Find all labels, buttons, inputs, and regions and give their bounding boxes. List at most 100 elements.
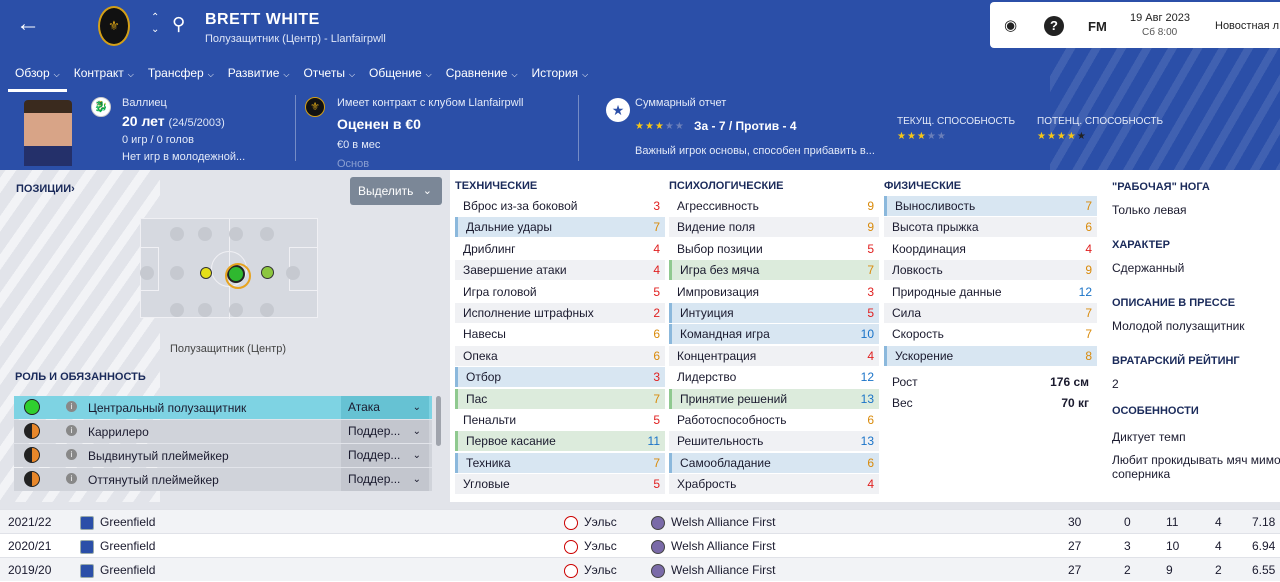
attribute-row[interactable]: Первое касание 11 (455, 431, 665, 452)
table-row[interactable]: 2020/21 Greenfield Уэльс Welsh Alliance … (0, 533, 1280, 557)
role-suitability-icon (24, 447, 40, 463)
attribute-row[interactable]: Выносливость 7 (884, 196, 1097, 216)
league[interactable]: Welsh Alliance First (651, 534, 775, 558)
info-icon[interactable]: i (66, 401, 77, 412)
attribute-row[interactable]: Агрессивность 9 (669, 196, 879, 216)
player-nav-icon[interactable]: ⌃ ⌄ (151, 12, 159, 36)
attribute-row[interactable]: Интуиция 5 (669, 303, 879, 323)
role-row[interactable]: i Каррилеро Поддер... ⌄ (14, 420, 432, 443)
stat-col: 9 (1166, 563, 1173, 577)
duty-dropdown[interactable]: Поддер... ⌄ (341, 444, 429, 467)
tab-comparison[interactable]: Сравнение ⌵ (439, 62, 525, 92)
tab-development[interactable]: Развитие ⌵ (221, 62, 297, 92)
attribute-row[interactable]: Ловкость 9 (884, 260, 1097, 281)
attribute-name: Природные данные (892, 284, 1002, 299)
globe-icon[interactable]: ◉ (1004, 16, 1017, 34)
attribute-value: 4 (653, 241, 660, 256)
attribute-row[interactable]: Лидерство 12 (669, 367, 879, 387)
attribute-row[interactable]: Завершение атаки 4 (455, 260, 665, 281)
attribute-row[interactable]: Высота прыжка 6 (884, 217, 1097, 238)
positions-title[interactable]: ПОЗИЦИИ› (16, 183, 75, 195)
tab-reports[interactable]: Отчеты ⌵ (296, 62, 362, 92)
club-crest-icon[interactable]: ⚜ (98, 6, 130, 46)
duty-dropdown[interactable]: Поддер... ⌄ (341, 468, 429, 491)
role-row[interactable]: i Выдвинутый плеймейкер Поддер... ⌄ (14, 444, 432, 467)
stat-col: 11 (1166, 515, 1179, 529)
height-label: Рост (892, 375, 918, 389)
duty-dropdown[interactable]: Атака ⌄ (341, 396, 429, 419)
physical-title: ФИЗИЧЕСКИЕ (884, 180, 962, 192)
attribute-row[interactable]: Ускорение 8 (884, 345, 1097, 366)
info-icon[interactable]: i (66, 449, 77, 460)
career-history-table: 2021/22 Greenfield Уэльс Welsh Alliance … (0, 509, 1280, 581)
attribute-row[interactable]: Пенальти 5 (455, 410, 665, 430)
attribute-row[interactable]: Выбор позиции 5 (669, 239, 879, 259)
club[interactable]: Greenfield (80, 510, 155, 534)
attribute-row[interactable]: Принятие решений 13 (669, 388, 879, 409)
attribute-row[interactable]: Опека 6 (455, 345, 665, 366)
attribute-name: Импровизация (677, 284, 760, 299)
role-name: Оттянутый плеймейкер (88, 473, 219, 487)
tab-contract[interactable]: Контракт ⌵ (67, 62, 141, 92)
attribute-row[interactable]: Командная игра 10 (669, 324, 879, 345)
attribute-value: 3 (653, 370, 660, 385)
tab-interaction[interactable]: Общение ⌵ (362, 62, 439, 92)
chevron-down-icon: ⌄ (412, 402, 421, 413)
attribute-row[interactable]: Вброс из-за боковой 3 (455, 196, 665, 216)
attribute-value: 7 (867, 263, 874, 278)
attribute-row[interactable]: Импровизация 3 (669, 282, 879, 302)
attribute-row[interactable]: Отбор 3 (455, 367, 665, 388)
attribute-row[interactable]: Угловые 5 (455, 474, 665, 495)
help-icon[interactable]: ? (1044, 16, 1064, 36)
info-icon[interactable]: i (66, 425, 77, 436)
position-dot (170, 303, 184, 317)
league[interactable]: Welsh Alliance First (651, 510, 775, 534)
info-icon[interactable]: i (66, 473, 77, 484)
attribute-row[interactable]: Дриблинг 4 (455, 239, 665, 259)
player-subtitle[interactable]: Полузащитник (Центр) - Llanfairpwll (205, 33, 386, 45)
technical-title: ТЕХНИЧЕСКИЕ (455, 180, 538, 192)
attribute-row[interactable]: Решительность 13 (669, 431, 879, 452)
report-for-against: За - 7 / Против - 4 (694, 119, 797, 133)
club[interactable]: Greenfield (80, 558, 155, 582)
club[interactable]: Greenfield (80, 534, 155, 558)
table-row[interactable]: 2021/22 Greenfield Уэльс Welsh Alliance … (0, 509, 1280, 533)
attribute-row[interactable]: Навесы 6 (455, 324, 665, 344)
back-arrow-icon[interactable]: ← (14, 10, 42, 38)
highlight-dropdown[interactable]: Выделить ⌄ (350, 177, 442, 205)
report-text[interactable]: Важный игрок основы, способен прибавить … (635, 145, 875, 157)
attribute-row[interactable]: Природные данные 12 (884, 282, 1097, 302)
tab-history[interactable]: История ⌵ (525, 62, 596, 92)
tab-transfer[interactable]: Трансфер ⌵ (141, 62, 221, 92)
attribute-row[interactable]: Скорость 7 (884, 324, 1097, 344)
attribute-row[interactable]: Концентрация 4 (669, 345, 879, 366)
attribute-row[interactable]: Игра без мяча 7 (669, 260, 879, 281)
attribute-row[interactable]: Самообладание 6 (669, 452, 879, 473)
attribute-row[interactable]: Дальние удары 7 (455, 217, 665, 238)
tab-overview[interactable]: Обзор ⌵ (8, 62, 67, 92)
league[interactable]: Welsh Alliance First (651, 558, 775, 582)
role-row[interactable]: i Оттянутый плеймейкер Поддер... ⌄ (14, 468, 432, 491)
duty-dropdown[interactable]: Поддер... ⌄ (341, 420, 429, 443)
league-badge-icon (651, 563, 665, 578)
attribute-row[interactable]: Работоспособность 6 (669, 410, 879, 430)
attribute-row[interactable]: Сила 7 (884, 303, 1097, 323)
attribute-row[interactable]: Храбрость 4 (669, 474, 879, 495)
goals: 2 (1124, 563, 1131, 577)
header-decoration (1050, 40, 1280, 170)
search-icon[interactable]: ⚲ (172, 14, 185, 35)
attribute-row[interactable]: Исполнение штрафных 2 (455, 303, 665, 323)
attribute-row[interactable]: Техника 7 (455, 452, 665, 473)
attribute-row[interactable]: Координация 4 (884, 239, 1097, 259)
attribute-row[interactable]: Игра головой 5 (455, 282, 665, 302)
roles-scrollbar[interactable] (436, 396, 441, 446)
wales-flag-icon (564, 539, 578, 554)
attribute-row[interactable]: Пас 7 (455, 388, 665, 409)
ca-label: ТЕКУЩ. СПОСОБНОСТЬ (897, 116, 1016, 127)
news-button[interactable]: Новостная л (1215, 20, 1279, 32)
table-row[interactable]: 2019/20 Greenfield Уэльс Welsh Alliance … (0, 557, 1280, 581)
fm-menu-button[interactable]: FM (1088, 19, 1107, 34)
position-dot (286, 266, 300, 280)
role-row[interactable]: i Центральный полузащитник Атака ⌄ (14, 396, 432, 419)
attribute-row[interactable]: Видение поля 9 (669, 217, 879, 238)
